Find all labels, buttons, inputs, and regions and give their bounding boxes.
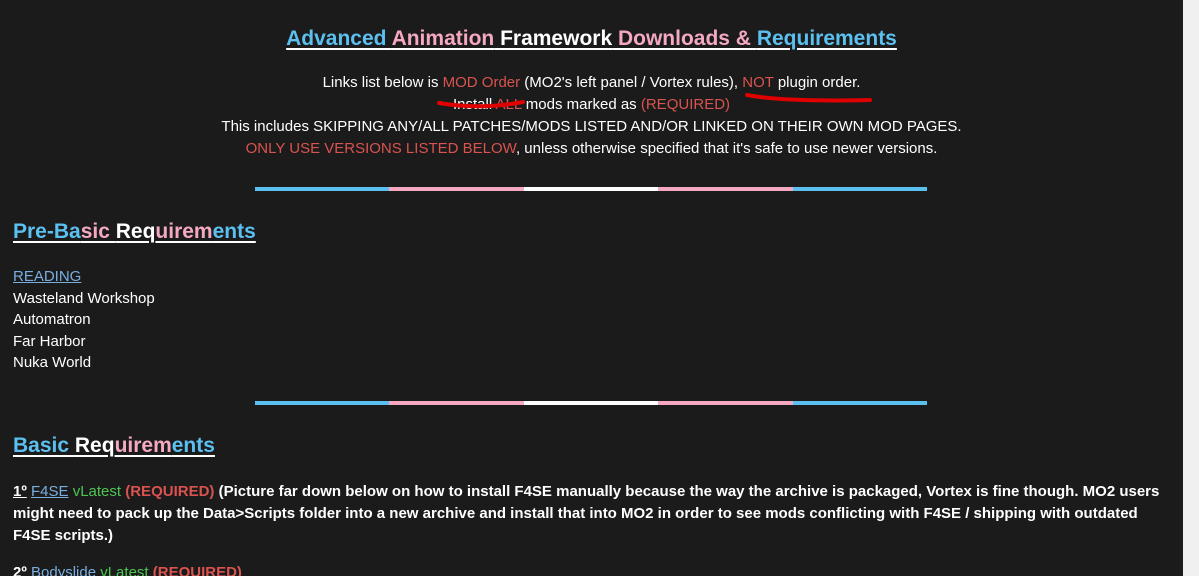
item-number: 1º (13, 483, 27, 500)
heading-part: Pre-Ba (13, 220, 81, 243)
basic-requirements-heading: Basic Requirements (13, 434, 215, 458)
intro-line-3: This includes SKIPPING ANY/ALL PATCHES/M… (221, 118, 962, 135)
heading-part: ents (171, 434, 215, 457)
pre-basic-requirements-heading: Pre-Basic Requirements (13, 220, 256, 244)
required-badge: (REQUIRED) (125, 483, 215, 500)
divider-segment (255, 401, 390, 405)
heading-part: Req (74, 434, 115, 457)
section-divider (255, 401, 928, 405)
intro-line-1: Links list below is MOD Order (MO2's lef… (0, 72, 1183, 94)
required-badge: (REQUIRED) (152, 564, 242, 576)
list-item: Far Harbor (13, 332, 86, 350)
divider-segment (658, 401, 793, 405)
list-item: Wasteland Workshop (13, 289, 155, 307)
all-text: ALL (495, 96, 522, 113)
divider-segment (523, 187, 659, 191)
item-number: 2º (13, 564, 27, 576)
title-word-advanced: Advanced (286, 27, 387, 50)
divider-segment (658, 187, 793, 191)
heading-part: Basic (13, 434, 75, 457)
version-text: vLatest (100, 564, 149, 576)
intro-line-4: ONLY USE VERSIONS LISTED BELOW, unless o… (0, 138, 1183, 160)
title-word-framework: Framework (500, 27, 613, 50)
reading-link[interactable]: READING (13, 268, 81, 285)
divider-segment (389, 401, 524, 405)
f4se-link[interactable]: F4SE (31, 483, 69, 500)
intro-text: , unless otherwise specified that it's s… (515, 140, 938, 157)
intro-text: plugin order. (773, 74, 861, 91)
heading-part: uirem (155, 220, 213, 243)
list-item: Nuka World (13, 354, 92, 372)
heading-part: ents (212, 220, 256, 243)
divider-segment (255, 187, 390, 191)
intro-text: mods marked as (521, 96, 641, 113)
divider-segment (523, 401, 659, 405)
intro-text: Links list below is (322, 74, 443, 91)
heading-part: uirem (114, 434, 172, 457)
intro-line-2: Install ALL mods marked as (REQUIRED) (0, 94, 1183, 116)
intro-block: Links list below is MOD Order (MO2's lef… (0, 72, 1183, 160)
title-word-animation: Animation (391, 27, 495, 50)
pre-basic-list: READING Wasteland Workshop Automatron Fa… (13, 266, 155, 374)
divider-segment (389, 187, 524, 191)
page: Advanced Animation Framework Downloads &… (0, 0, 1199, 576)
page-title: Advanced Animation Framework Downloads &… (0, 27, 1183, 51)
only-use-versions-text: ONLY USE VERSIONS LISTED BELOW (245, 140, 516, 157)
basic-item-f4se: 1º F4SE vLatest (REQUIRED) (Picture far … (13, 481, 1163, 547)
section-divider (255, 187, 928, 191)
basic-item-bodyslide: 2º Bodyslide vLatest (REQUIRED) (13, 562, 1163, 576)
title-word-requirements: Requirements (756, 27, 897, 50)
not-text: NOT (742, 74, 774, 91)
heading-part: Req (115, 220, 156, 243)
intro-text: (MO2's left panel / Vortex rules), (520, 74, 743, 91)
mod-order-text: MOD Order (442, 74, 521, 91)
divider-segment (792, 187, 928, 191)
bodyslide-link[interactable]: Bodyslide (31, 564, 96, 576)
intro-text: Install (452, 96, 496, 113)
divider-segment (792, 401, 928, 405)
version-text: vLatest (72, 483, 122, 500)
vertical-scrollbar[interactable] (1183, 0, 1199, 576)
title-word-downloads: Downloads & (617, 27, 751, 50)
required-text: (REQUIRED) (640, 96, 731, 113)
list-item: Automatron (13, 311, 91, 329)
heading-part: sic (80, 220, 116, 243)
